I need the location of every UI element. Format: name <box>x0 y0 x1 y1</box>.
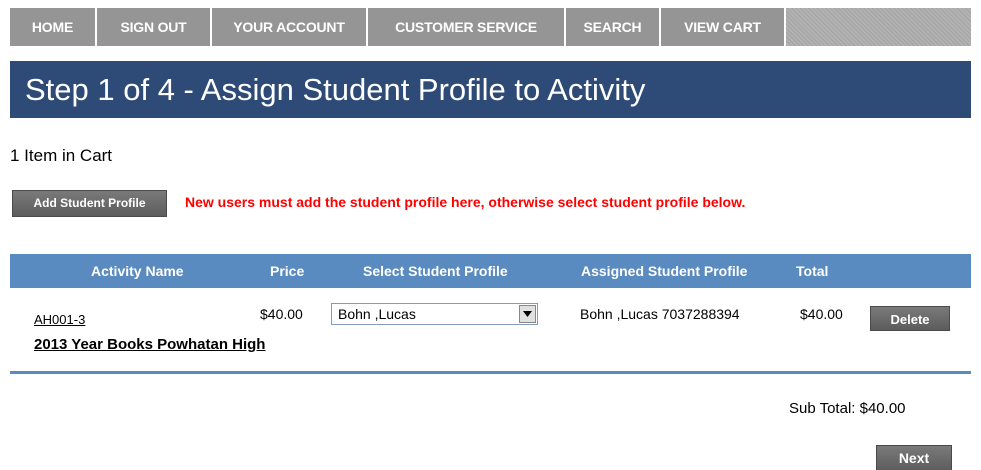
cart-item-count: 1 Item in Cart <box>10 146 113 165</box>
add-student-profile-button[interactable]: Add Student Profile <box>12 190 167 217</box>
subtotal: Sub Total: $40.00 <box>789 400 906 417</box>
table-row: AH001-3 2013 Year Books Powhatan High $4… <box>10 288 971 370</box>
subtotal-label: Sub Total: <box>789 400 856 417</box>
header-assigned-student-profile: Assigned Student Profile <box>581 263 748 279</box>
header-price: Price <box>270 263 305 279</box>
nav-home[interactable]: HOME <box>10 8 97 46</box>
dropdown-arrow-icon[interactable] <box>519 305 536 323</box>
top-navigation: HOME SIGN OUT YOUR ACCOUNT CUSTOMER SERV… <box>10 8 971 46</box>
activity-title-link[interactable]: 2013 Year Books Powhatan High <box>34 336 265 353</box>
assigned-student-profile: Bohn ,Lucas 7037288394 <box>580 306 740 322</box>
selected-profile-value: Bohn ,Lucas <box>338 306 416 322</box>
delete-button[interactable]: Delete <box>870 306 950 331</box>
header-total: Total <box>796 263 829 279</box>
header-select-student-profile: Select Student Profile <box>363 263 508 279</box>
page-title: Step 1 of 4 - Assign Student Profile to … <box>25 72 646 107</box>
nav-sign-out[interactable]: SIGN OUT <box>97 8 212 46</box>
header-activity-name: Activity Name <box>91 263 184 279</box>
nav-search[interactable]: SEARCH <box>566 8 661 46</box>
activity-price: $40.00 <box>260 306 303 322</box>
row-total: $40.00 <box>800 306 843 322</box>
student-profile-select[interactable]: Bohn ,Lucas <box>331 303 538 325</box>
new-user-notice: New users must add the student profile h… <box>185 194 746 210</box>
next-button[interactable]: Next <box>876 445 952 470</box>
nav-view-cart[interactable]: VIEW CART <box>661 8 786 46</box>
table-divider <box>10 371 971 374</box>
activity-code-link[interactable]: AH001-3 <box>34 312 85 327</box>
cart-table-header: Activity Name Price Select Student Profi… <box>10 254 971 288</box>
page-title-bar: Step 1 of 4 - Assign Student Profile to … <box>10 61 971 118</box>
nav-your-account[interactable]: YOUR ACCOUNT <box>212 8 368 46</box>
nav-customer-service[interactable]: CUSTOMER SERVICE <box>368 8 566 46</box>
subtotal-value: $40.00 <box>859 400 906 417</box>
